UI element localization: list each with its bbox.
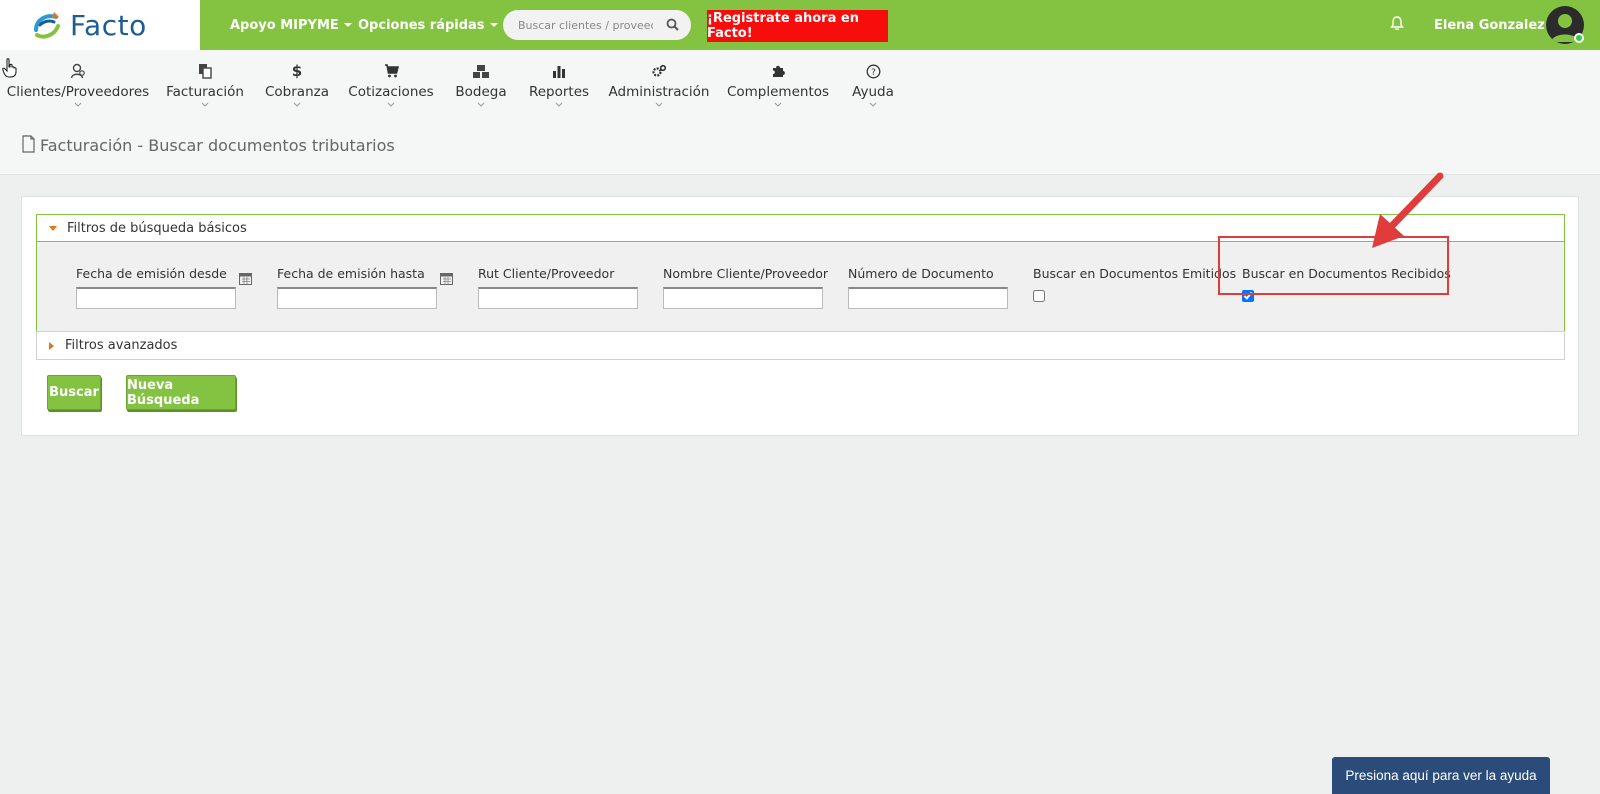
nav-label: Administración: [608, 84, 710, 100]
nav-label: Facturación: [166, 84, 244, 100]
chevron-down-icon: [293, 102, 301, 107]
help-button[interactable]: Presiona aquí para ver la ayuda: [1332, 757, 1550, 794]
nav-bodega[interactable]: Bodega: [455, 50, 507, 112]
numero-label: Número de Documento: [848, 266, 994, 281]
documents-icon: [198, 64, 212, 79]
caret-down-icon: [489, 23, 498, 27]
user-menu[interactable]: Elena Gonzalez: [1434, 0, 1558, 50]
fecha-hasta-input[interactable]: [277, 287, 437, 309]
hand-cursor-icon: [2, 58, 17, 78]
document-icon: [22, 135, 35, 153]
fecha-hasta-label: Fecha de emisión hasta: [277, 266, 425, 281]
emitidos-field: Buscar en Documentos Emitidos: [1033, 266, 1236, 302]
triangle-right-icon: [49, 341, 54, 350]
opciones-rapidas-menu[interactable]: Opciones rápidas: [358, 0, 498, 50]
clients-icon: [70, 63, 85, 79]
emitidos-label: Buscar en Documentos Emitidos: [1033, 266, 1237, 281]
dollar-icon: $: [291, 62, 303, 80]
advanced-filters-title: Filtros avanzados: [65, 338, 178, 353]
buscar-button[interactable]: Buscar: [47, 375, 101, 410]
top-bar: Facto Apoyo MIPYME Opciones rápidas ¡Reg…: [0, 0, 1600, 50]
emitidos-checkbox[interactable]: [1033, 290, 1045, 302]
opciones-rapidas-label: Opciones rápidas: [358, 17, 485, 33]
nueva-busqueda-button[interactable]: Nueva Búsqueda: [126, 375, 236, 410]
nav-cobranza[interactable]: $ Cobranza: [265, 50, 329, 112]
chevron-down-icon: [477, 102, 485, 107]
numero-field: Número de Documento: [848, 266, 1008, 309]
nav-label: Ayuda: [852, 84, 894, 100]
nombre-field: Nombre Cliente/Proveedor: [663, 266, 828, 309]
nav-administracion[interactable]: Administración: [609, 50, 709, 112]
rut-label: Rut Cliente/Proveedor: [478, 266, 615, 281]
basic-filters-title: Filtros de búsqueda básicos: [67, 220, 247, 236]
bar-chart-icon: [553, 66, 565, 78]
user-name: Elena Gonzalez: [1434, 17, 1545, 33]
nav-label: Reportes: [528, 84, 590, 100]
facto-logo[interactable]: Facto: [0, 0, 200, 50]
nav-reportes[interactable]: Reportes: [528, 50, 590, 112]
nav-facturacion[interactable]: Facturación: [166, 50, 244, 112]
caret-down-icon: [343, 23, 352, 27]
chevron-down-icon: [74, 102, 82, 107]
nombre-input[interactable]: [663, 287, 823, 309]
fecha-desde-field: Fecha de emisión desde: [76, 266, 236, 309]
facto-logo-icon: [34, 12, 60, 39]
nav-label: Bodega: [455, 84, 507, 100]
rut-field: Rut Cliente/Proveedor: [478, 266, 638, 309]
nombre-label: Nombre Cliente/Proveedor: [663, 266, 829, 281]
search-input[interactable]: [503, 18, 653, 32]
nav-label: Clientes/Proveedores: [6, 84, 150, 100]
chevron-down-icon: [387, 102, 395, 107]
nav-ayuda[interactable]: ? Ayuda: [852, 50, 894, 112]
fecha-hasta-field: Fecha de emisión hasta: [277, 266, 437, 309]
nav-cotizaciones[interactable]: Cotizaciones: [348, 50, 434, 112]
page-title: Facturación - Buscar documentos tributar…: [40, 136, 395, 155]
boxes-icon: [473, 64, 489, 78]
cart-icon: [384, 64, 399, 78]
online-status-dot: [1574, 33, 1584, 43]
apoyo-mipyme-label: Apoyo MIPYME: [230, 17, 339, 33]
numero-input[interactable]: [848, 287, 1008, 309]
chevron-down-icon: [655, 102, 663, 107]
nav-complementos[interactable]: Complementos: [727, 50, 829, 112]
calendar-icon[interactable]: [239, 272, 252, 285]
annotation-arrow-icon: [1372, 172, 1444, 248]
puzzle-icon: [773, 65, 785, 77]
gears-icon: [652, 64, 667, 77]
fecha-desde-label: Fecha de emisión desde: [76, 266, 227, 281]
calendar-icon[interactable]: [440, 272, 453, 285]
chevron-down-icon: [869, 102, 877, 107]
nav-label: Complementos: [726, 84, 830, 100]
apoyo-mipyme-menu[interactable]: Apoyo MIPYME: [230, 0, 352, 50]
bell-icon[interactable]: [1390, 16, 1404, 31]
chevron-down-icon: [201, 102, 209, 107]
nav-clientes-proveedores[interactable]: Clientes/Proveedores: [7, 50, 149, 112]
page-header: Facturación - Buscar documentos tributar…: [0, 120, 1600, 175]
brand-name: Facto: [70, 8, 147, 42]
advanced-filters-header[interactable]: Filtros avanzados: [37, 332, 1564, 359]
search-icon[interactable]: [666, 18, 679, 31]
triangle-down-icon: [49, 225, 57, 231]
search-box: [503, 10, 691, 40]
question-icon: ?: [866, 64, 880, 78]
nav-label: Cobranza: [265, 84, 329, 100]
nav-label: Cotizaciones: [348, 84, 434, 100]
chevron-down-icon: [555, 102, 563, 107]
register-button[interactable]: ¡Registrate ahora en Facto!: [707, 10, 888, 42]
fecha-desde-input[interactable]: [76, 287, 236, 309]
chevron-down-icon: [774, 102, 782, 107]
advanced-filters-accordion: Filtros avanzados: [36, 331, 1565, 360]
rut-input[interactable]: [478, 287, 638, 309]
module-nav: Clientes/Proveedores Facturación $ Cobra…: [0, 50, 1600, 120]
search-panel: Filtros de búsqueda básicos Fecha de emi…: [21, 196, 1579, 436]
svg-text:?: ?: [871, 68, 876, 78]
